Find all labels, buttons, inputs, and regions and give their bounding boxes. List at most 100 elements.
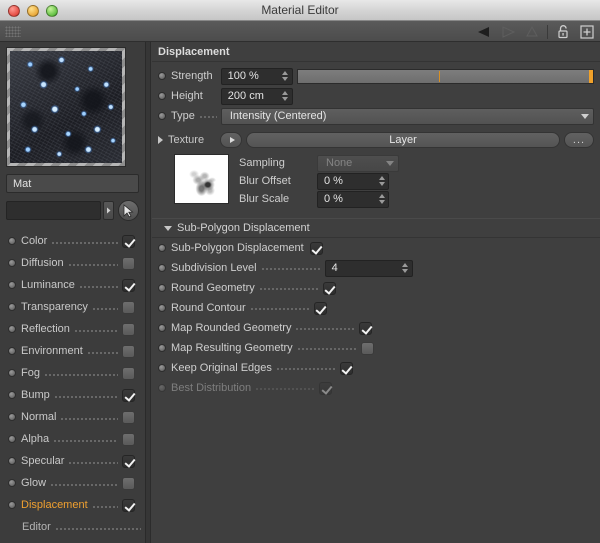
height-value: 200 cm bbox=[227, 90, 264, 102]
channel-item-editor[interactable]: Editor bbox=[0, 516, 145, 538]
section-header-displacement[interactable]: Displacement bbox=[152, 42, 600, 62]
param-bullet-icon[interactable] bbox=[158, 324, 166, 332]
param-bullet-icon[interactable] bbox=[158, 72, 166, 80]
channel-checkbox[interactable] bbox=[122, 278, 135, 292]
channel-item-luminance[interactable]: Luminance bbox=[0, 274, 145, 296]
label-map-resulting-geometry: Map Resulting Geometry bbox=[171, 342, 293, 354]
channel-checkbox[interactable] bbox=[122, 454, 135, 468]
channel-bullet-icon[interactable] bbox=[8, 347, 16, 355]
filter-chevron-icon[interactable] bbox=[103, 201, 114, 220]
channel-checkbox[interactable] bbox=[122, 344, 135, 358]
param-bullet-icon[interactable] bbox=[158, 364, 166, 372]
param-bullet-icon[interactable] bbox=[158, 264, 166, 272]
channel-item-fog[interactable]: Fog bbox=[0, 362, 145, 384]
strength-value: 100 % bbox=[227, 70, 259, 82]
type-dropdown[interactable]: Intensity (Centered) bbox=[220, 107, 594, 125]
strength-slider[interactable] bbox=[296, 68, 594, 84]
channel-checkbox[interactable] bbox=[122, 322, 135, 336]
map-resulting-geometry-checkbox[interactable] bbox=[360, 341, 374, 355]
lock-icon[interactable] bbox=[554, 23, 572, 41]
channel-item-environment[interactable]: Environment bbox=[0, 340, 145, 362]
texture-expand-icon[interactable] bbox=[158, 136, 163, 144]
map-rounded-geometry-checkbox[interactable] bbox=[359, 321, 373, 335]
param-bullet-icon[interactable] bbox=[158, 344, 166, 352]
channel-filter-input[interactable] bbox=[6, 201, 101, 220]
channel-item-color[interactable]: Color bbox=[0, 230, 145, 252]
round-contour-checkbox[interactable] bbox=[313, 301, 327, 315]
strength-spinner[interactable] bbox=[281, 70, 290, 83]
strength-slider-knob[interactable] bbox=[589, 69, 593, 83]
param-bullet-icon[interactable] bbox=[158, 304, 166, 312]
channel-item-diffusion[interactable]: Diffusion bbox=[0, 252, 145, 274]
blur-offset-input[interactable]: 0 % bbox=[317, 172, 389, 190]
up-arrow-icon[interactable] bbox=[523, 23, 541, 41]
channel-bullet-icon[interactable] bbox=[8, 281, 16, 289]
height-input[interactable]: 200 cm bbox=[220, 87, 293, 105]
channel-checkbox[interactable] bbox=[122, 256, 135, 270]
channel-checkbox[interactable] bbox=[122, 410, 135, 424]
material-preview[interactable] bbox=[6, 47, 126, 167]
row-blur-offset: Blur Offset 0 % bbox=[239, 172, 600, 190]
channel-label: Specular bbox=[21, 455, 65, 467]
channel-bullet-icon[interactable] bbox=[8, 325, 16, 333]
channel-bullet-icon[interactable] bbox=[8, 303, 16, 311]
channel-bullet-icon[interactable] bbox=[8, 369, 16, 377]
texture-menu-button[interactable] bbox=[220, 132, 242, 148]
channel-bullet-icon[interactable] bbox=[8, 413, 16, 421]
strength-input[interactable]: 100 % bbox=[220, 67, 293, 85]
label-keep-original-edges: Keep Original Edges bbox=[171, 362, 272, 374]
channel-item-normal[interactable]: Normal bbox=[0, 406, 145, 428]
texture-more-button[interactable]: ... bbox=[564, 132, 594, 148]
leader-dots bbox=[258, 284, 319, 294]
channel-checkbox[interactable] bbox=[122, 432, 135, 446]
channel-checkbox[interactable] bbox=[122, 388, 135, 402]
section-header-sub-polygon[interactable]: Sub-Polygon Displacement bbox=[152, 218, 600, 238]
param-bullet-icon[interactable] bbox=[158, 384, 166, 392]
channel-item-transparency[interactable]: Transparency bbox=[0, 296, 145, 318]
add-icon[interactable] bbox=[578, 23, 596, 41]
subdivision-level-input[interactable]: 4 bbox=[324, 259, 413, 277]
param-bullet-icon[interactable] bbox=[158, 92, 166, 100]
channel-item-alpha[interactable]: Alpha bbox=[0, 428, 145, 450]
back-arrow-icon[interactable] bbox=[475, 23, 493, 41]
channel-item-specular[interactable]: Specular bbox=[0, 450, 145, 472]
channel-bullet-icon[interactable] bbox=[8, 259, 16, 267]
channel-item-illumination[interactable]: Illumination bbox=[0, 538, 145, 543]
texture-shader-button[interactable]: Layer bbox=[246, 132, 560, 148]
channel-bullet-icon[interactable] bbox=[8, 479, 16, 487]
round-geometry-checkbox[interactable] bbox=[322, 281, 336, 295]
sampling-dropdown[interactable]: None bbox=[317, 154, 399, 172]
channel-item-bump[interactable]: Bump bbox=[0, 384, 145, 406]
panel-scroll-gutter[interactable] bbox=[146, 42, 151, 543]
channel-item-displacement[interactable]: Displacement bbox=[0, 494, 145, 516]
channel-checkbox[interactable] bbox=[122, 366, 135, 380]
channel-bullet-icon[interactable] bbox=[8, 391, 16, 399]
channel-checkbox[interactable] bbox=[122, 476, 135, 490]
blur-scale-input[interactable]: 0 % bbox=[317, 190, 389, 208]
forward-arrow-icon[interactable] bbox=[499, 23, 517, 41]
channel-bullet-icon[interactable] bbox=[8, 501, 16, 509]
height-spinner[interactable] bbox=[281, 90, 290, 103]
channel-bullet-icon[interactable] bbox=[8, 435, 16, 443]
channel-item-reflection[interactable]: Reflection bbox=[0, 318, 145, 340]
pick-cursor-icon[interactable] bbox=[118, 200, 139, 221]
blur-offset-spinner[interactable] bbox=[377, 175, 386, 188]
material-name-input[interactable]: Mat bbox=[6, 174, 139, 193]
sub-polygon-displacement-checkbox[interactable] bbox=[309, 241, 323, 255]
channel-bullet-icon[interactable] bbox=[8, 457, 16, 465]
param-bullet-icon[interactable] bbox=[158, 112, 166, 120]
channel-bullet-icon[interactable] bbox=[8, 237, 16, 245]
channel-checkbox[interactable] bbox=[122, 498, 135, 512]
param-bullet-icon[interactable] bbox=[158, 244, 166, 252]
channel-checkbox[interactable] bbox=[122, 300, 135, 314]
toolbar-grip-icon[interactable] bbox=[5, 26, 21, 37]
chevron-down-icon bbox=[386, 160, 394, 166]
texture-thumbnail[interactable] bbox=[174, 154, 229, 204]
channel-checkbox[interactable] bbox=[122, 234, 135, 248]
keep-original-edges-checkbox[interactable] bbox=[339, 361, 353, 375]
channel-item-glow[interactable]: Glow bbox=[0, 472, 145, 494]
blur-scale-spinner[interactable] bbox=[377, 193, 386, 206]
leader-dots bbox=[296, 344, 357, 354]
param-bullet-icon[interactable] bbox=[158, 284, 166, 292]
subdivision-level-spinner[interactable] bbox=[401, 262, 410, 275]
